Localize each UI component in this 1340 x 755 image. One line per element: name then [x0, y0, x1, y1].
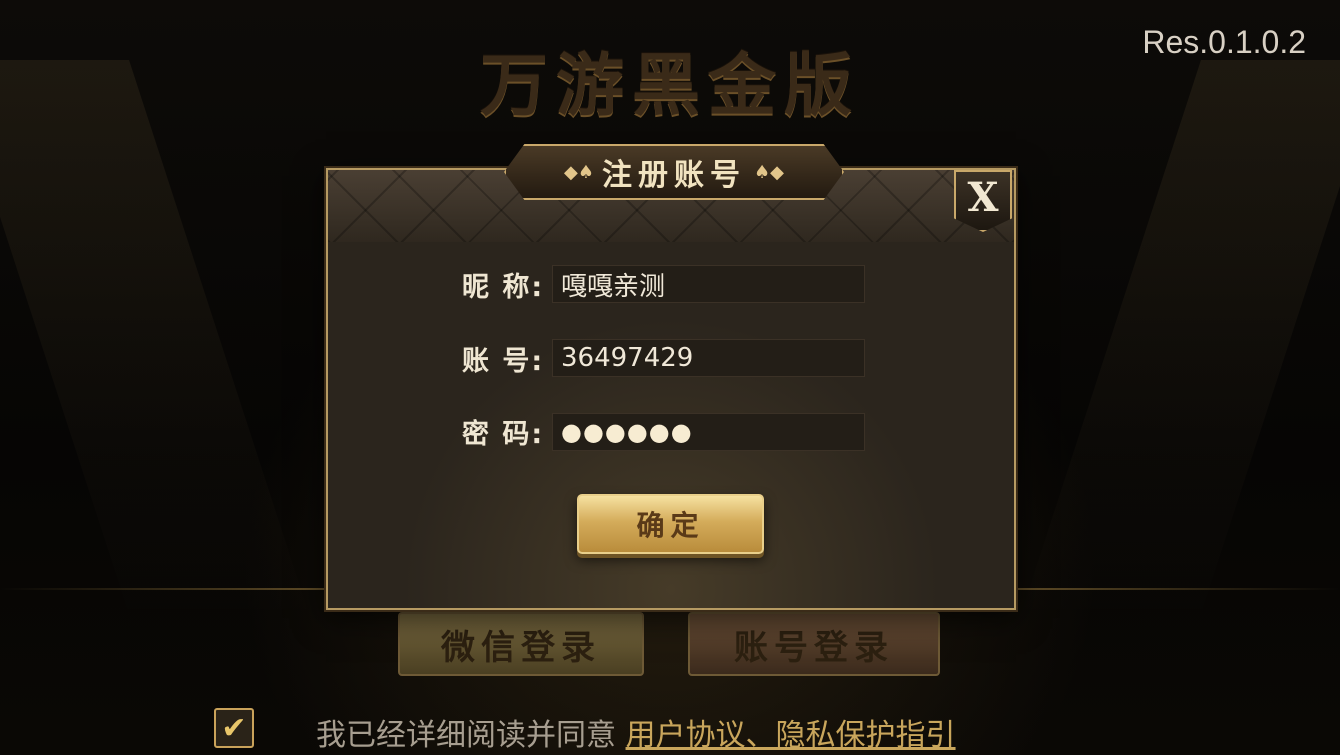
confirm-button[interactable]: 确定 — [577, 494, 764, 554]
nickname-row: 昵 称: — [462, 264, 550, 304]
account-field[interactable]: 36497429 — [552, 339, 865, 377]
game-title-logo: 万游黑金版 — [479, 46, 860, 126]
dialog-title: 注册账号 — [602, 158, 746, 193]
nickname-label: 昵 称: — [462, 271, 545, 303]
version-label: Res.0.1.0.2 — [1142, 24, 1306, 60]
agreement-link[interactable]: 用户协议、隐私保护指引 — [626, 718, 956, 753]
dialog-title-banner: ◆♠ 注册账号 ♠◆ — [504, 144, 844, 200]
password-value: ●●●●●● — [561, 418, 693, 446]
password-label: 密 码: — [462, 418, 545, 450]
nickname-field[interactable]: 嘎嘎亲测 — [552, 265, 865, 303]
spade-icon: ◆♠ — [564, 161, 594, 183]
agreement-checkbox[interactable]: ✔ — [214, 708, 254, 748]
account-row: 账 号: — [462, 338, 550, 378]
account-value: 36497429 — [561, 343, 694, 373]
close-icon: X — [967, 174, 999, 221]
account-label: 账 号: — [462, 345, 545, 377]
password-row: 密 码: — [462, 411, 550, 451]
checkmark-icon: ✔ — [221, 710, 247, 746]
spade-icon: ♠◆ — [754, 161, 784, 183]
nickname-value: 嘎嘎亲测 — [561, 271, 666, 302]
agreement-text-line: 我已经详细阅读并同意 用户协议、隐私保护指引 — [316, 710, 956, 754]
account-login-button[interactable]: 账号登录 — [688, 612, 940, 676]
agreement-text: 我已经详细阅读并同意 — [316, 718, 616, 753]
password-field[interactable]: ●●●●●● — [552, 413, 865, 451]
wechat-login-button[interactable]: 微信登录 — [398, 612, 644, 676]
